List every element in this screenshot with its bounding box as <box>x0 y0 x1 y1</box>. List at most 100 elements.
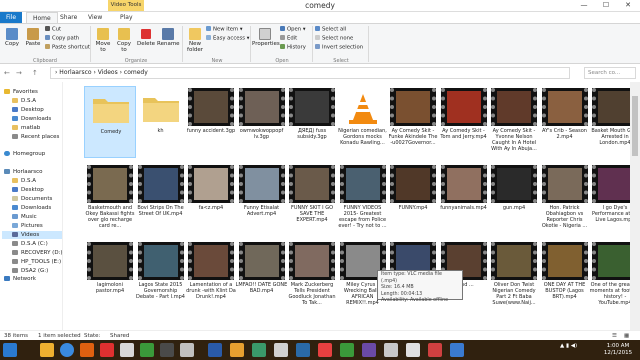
tab-share[interactable]: Share <box>54 12 83 23</box>
paste-button[interactable]: Paste <box>24 28 42 47</box>
copy-to-button[interactable]: Copy to <box>114 28 134 53</box>
video-file-item[interactable]: Basketmouth and Okey Bakassi fights over… <box>84 163 136 235</box>
video-file-item[interactable]: funnyanimals.mp4 <box>438 163 490 235</box>
video-file-item[interactable]: FUNNY.mp4 <box>387 163 439 235</box>
app-icon[interactable] <box>362 343 376 357</box>
open-button[interactable]: Open ▾ <box>280 26 306 34</box>
app-icon[interactable] <box>230 343 244 357</box>
video-file-item[interactable]: Lamentation of a drunk -with Klint Da Dr… <box>185 240 237 312</box>
details-view-icon[interactable]: ☰ <box>612 332 617 340</box>
tab-home[interactable]: Home <box>26 12 58 23</box>
nav-fav-item[interactable]: matlab <box>12 124 40 132</box>
file-explorer-icon[interactable] <box>40 343 54 357</box>
nav-network[interactable]: Network <box>4 275 36 283</box>
properties-button[interactable]: Properties <box>252 28 280 47</box>
move-to-button[interactable]: Move to <box>93 28 113 53</box>
word-icon[interactable] <box>208 343 222 357</box>
large-icons-view-icon[interactable]: ▦ <box>624 332 629 340</box>
app-icon[interactable] <box>252 343 266 357</box>
video-file-item[interactable]: Hon. Patrick Obahiagbon vs Reporter Chri… <box>539 163 591 235</box>
video-file-item[interactable]: ДЯЕД) fuss subsidy.3gp <box>286 86 338 158</box>
copy-path-button[interactable]: Copy path <box>45 35 79 43</box>
tab-play[interactable]: Play <box>114 12 139 23</box>
new-folder-button[interactable]: New folder <box>184 28 206 53</box>
nav-pc-item[interactable]: Pictures <box>12 222 43 230</box>
nav-pc-item[interactable]: HP_TOOLS (E:) <box>12 258 61 266</box>
history-button[interactable]: History <box>280 44 306 52</box>
video-file-item[interactable]: gun.mp4 <box>488 163 540 235</box>
app-icon[interactable] <box>160 343 174 357</box>
paste-shortcut-button[interactable]: Paste shortcut <box>45 44 90 52</box>
app-icon[interactable] <box>180 343 194 357</box>
app-icon[interactable] <box>318 343 332 357</box>
app-icon[interactable] <box>140 343 154 357</box>
nav-pc-item[interactable]: RECOVERY (D:) <box>12 249 63 257</box>
minimize-button[interactable]: — <box>574 0 594 11</box>
clock[interactable]: 1:00 AM 12/1/2015 <box>598 343 638 357</box>
nav-pc-item[interactable]: Downloads <box>12 204 51 212</box>
select-none-button[interactable]: Select none <box>315 35 353 43</box>
app-icon[interactable] <box>428 343 442 357</box>
nav-pc-item[interactable]: Desktop <box>12 186 44 194</box>
video-file-item[interactable]: LMFAO!! DATE GONE BAD.mp4 <box>236 240 288 312</box>
nav-fav-item[interactable]: Recent places <box>12 133 59 141</box>
invert-selection-button[interactable]: Invert selection <box>315 44 363 52</box>
nav-favorites[interactable]: Favorites <box>4 88 38 96</box>
video-file-item[interactable]: Ay Comedy Skit - Tom and Jerry.mp4 <box>438 86 490 158</box>
close-button[interactable]: ✕ <box>618 0 638 11</box>
video-file-item[interactable]: owmwokwoppopf lv.3gp <box>236 86 288 158</box>
nav-fav-item[interactable]: D.S.A <box>12 97 36 105</box>
vlc-icon[interactable] <box>80 343 94 357</box>
nav-pc-item-videos[interactable]: Videos <box>2 231 62 239</box>
tab-file[interactable]: File <box>0 12 22 23</box>
video-file-item[interactable]: fa<z.mp4 <box>185 163 237 235</box>
tab-view[interactable]: View <box>82 12 108 23</box>
app-icon[interactable] <box>406 343 420 357</box>
nav-pc-item[interactable]: D.S.A (C:) <box>12 240 48 248</box>
back-button[interactable]: ← <box>4 69 10 77</box>
start-icon[interactable] <box>3 343 17 357</box>
app-icon[interactable] <box>384 343 398 357</box>
forward-button[interactable]: → <box>16 69 22 77</box>
search-input[interactable]: Search co... <box>584 67 636 79</box>
folder-item[interactable]: Comedy <box>84 86 136 158</box>
video-file-item[interactable]: Mark Zuckerberg Tells President Goodluck… <box>286 240 338 312</box>
nav-homegroup[interactable]: Homegroup <box>4 150 45 158</box>
nav-pc-item[interactable]: DSA2 (G:) <box>12 267 48 275</box>
address-bar[interactable]: › Horlaarsco › Videos › comedy <box>50 67 570 79</box>
video-file-item[interactable]: Lagos State 2015 Governorship Debate - P… <box>135 240 187 312</box>
nav-fav-item[interactable]: Desktop <box>12 106 44 114</box>
app-icon[interactable] <box>120 343 134 357</box>
edit-button[interactable]: Edit <box>280 35 297 43</box>
new-item-button[interactable]: New item ▾ <box>206 26 243 34</box>
select-all-button[interactable]: Select all <box>315 26 346 34</box>
video-file-item[interactable]: funny accident.3gp <box>185 86 237 158</box>
nav-pc-item[interactable]: D.S.A <box>12 177 36 185</box>
delete-button[interactable]: Delete <box>136 28 156 47</box>
video-file-item[interactable]: Ay Comedy Skit - Funke Akindele The -u00… <box>387 86 439 158</box>
app-icon[interactable] <box>340 343 354 357</box>
video-file-item[interactable]: Ay Comedy Skit - Yvonne Nelson Caught In… <box>488 86 540 158</box>
nav-this-pc[interactable]: Horlaarsco <box>4 168 43 176</box>
app-icon[interactable] <box>450 343 464 357</box>
app-icon[interactable] <box>274 343 288 357</box>
vertical-scrollbar[interactable] <box>630 82 640 330</box>
app-icon[interactable] <box>296 343 310 357</box>
cut-button[interactable]: Cut <box>45 26 61 34</box>
video-file-item[interactable]: lagimoloni pastor.mp4 <box>84 240 136 312</box>
scrollbar-thumb[interactable] <box>632 96 638 156</box>
video-file-item[interactable]: FUNNY VIDEOS 2015- Greatest escape from … <box>337 163 389 235</box>
video-file-item[interactable]: ONE DAY AT THE BUSTOP (Lagos BRT).mp4 <box>539 240 591 312</box>
nav-fav-item[interactable]: Downloads <box>12 115 51 123</box>
up-button[interactable]: ↑ <box>32 69 38 77</box>
easy-access-button[interactable]: Easy access ▾ <box>206 35 249 43</box>
video-file-item[interactable]: Bovi Strips On The Street Of UK.mp4 <box>135 163 187 235</box>
copy-button[interactable]: Copy <box>3 28 21 47</box>
maximize-button[interactable]: ☐ <box>596 0 616 11</box>
video-file-item[interactable]: FUNNY SKIT I GO SAVE THE EXPERT.mp4 <box>286 163 338 235</box>
tray-icons[interactable]: ▲ ▮ ◀) <box>560 343 577 350</box>
video-file-item[interactable]: Oliver Don Twist Nigerian Comedy Part 2 … <box>488 240 540 312</box>
video-file-item[interactable]: AY's Crib - Season 2.mp4 <box>539 86 591 158</box>
rename-button[interactable]: Rename <box>157 28 180 47</box>
video-file-item[interactable]: Funny Etisalat Advert.mp4 <box>236 163 288 235</box>
